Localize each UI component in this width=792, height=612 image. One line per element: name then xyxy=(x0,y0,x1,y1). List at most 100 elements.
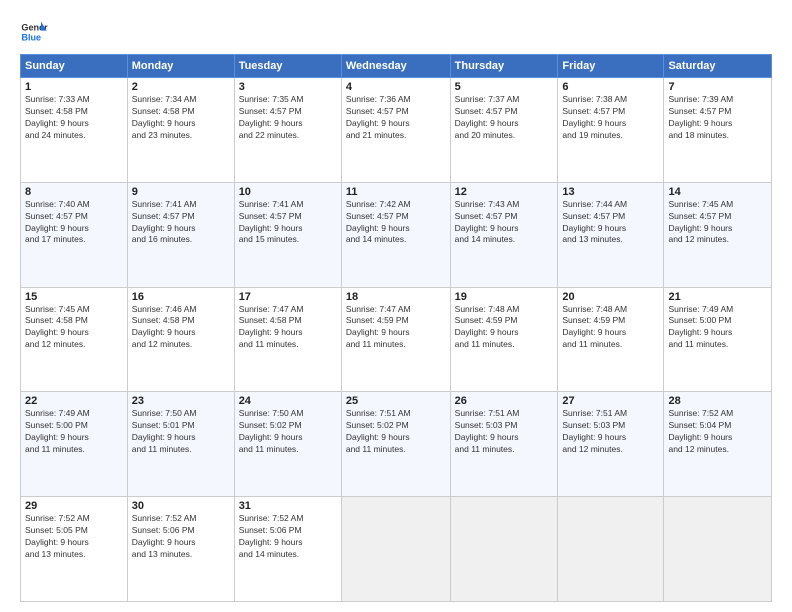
day-info: Sunrise: 7:45 AM Sunset: 4:58 PM Dayligh… xyxy=(25,304,123,352)
day-info: Sunrise: 7:40 AM Sunset: 4:57 PM Dayligh… xyxy=(25,199,123,247)
day-info: Sunrise: 7:47 AM Sunset: 4:58 PM Dayligh… xyxy=(239,304,337,352)
calendar-cell xyxy=(450,497,558,602)
day-number: 26 xyxy=(455,395,554,407)
day-info: Sunrise: 7:39 AM Sunset: 4:57 PM Dayligh… xyxy=(668,94,767,142)
day-number: 21 xyxy=(668,291,767,303)
weekday-wednesday: Wednesday xyxy=(341,55,450,78)
day-number: 20 xyxy=(562,291,659,303)
calendar-cell: 1Sunrise: 7:33 AM Sunset: 4:58 PM Daylig… xyxy=(21,78,128,183)
day-info: Sunrise: 7:50 AM Sunset: 5:02 PM Dayligh… xyxy=(239,408,337,456)
weekday-monday: Monday xyxy=(127,55,234,78)
page: General Blue SundayMondayTuesdayWednesda… xyxy=(0,0,792,612)
day-number: 1 xyxy=(25,81,123,93)
day-info: Sunrise: 7:35 AM Sunset: 4:57 PM Dayligh… xyxy=(239,94,337,142)
week-row-1: 1Sunrise: 7:33 AM Sunset: 4:58 PM Daylig… xyxy=(21,78,772,183)
day-info: Sunrise: 7:52 AM Sunset: 5:05 PM Dayligh… xyxy=(25,513,123,561)
day-number: 18 xyxy=(346,291,446,303)
weekday-header-row: SundayMondayTuesdayWednesdayThursdayFrid… xyxy=(21,55,772,78)
weekday-saturday: Saturday xyxy=(664,55,772,78)
day-info: Sunrise: 7:51 AM Sunset: 5:03 PM Dayligh… xyxy=(455,408,554,456)
day-number: 7 xyxy=(668,81,767,93)
calendar-cell: 2Sunrise: 7:34 AM Sunset: 4:58 PM Daylig… xyxy=(127,78,234,183)
header: General Blue xyxy=(20,18,772,46)
calendar-cell: 22Sunrise: 7:49 AM Sunset: 5:00 PM Dayli… xyxy=(21,392,128,497)
calendar-cell: 17Sunrise: 7:47 AM Sunset: 4:58 PM Dayli… xyxy=(234,287,341,392)
day-number: 22 xyxy=(25,395,123,407)
calendar-cell: 12Sunrise: 7:43 AM Sunset: 4:57 PM Dayli… xyxy=(450,182,558,287)
calendar-cell: 4Sunrise: 7:36 AM Sunset: 4:57 PM Daylig… xyxy=(341,78,450,183)
calendar-cell: 3Sunrise: 7:35 AM Sunset: 4:57 PM Daylig… xyxy=(234,78,341,183)
day-info: Sunrise: 7:38 AM Sunset: 4:57 PM Dayligh… xyxy=(562,94,659,142)
day-number: 16 xyxy=(132,291,230,303)
weekday-tuesday: Tuesday xyxy=(234,55,341,78)
day-number: 15 xyxy=(25,291,123,303)
day-info: Sunrise: 7:44 AM Sunset: 4:57 PM Dayligh… xyxy=(562,199,659,247)
day-number: 9 xyxy=(132,186,230,198)
calendar-cell: 30Sunrise: 7:52 AM Sunset: 5:06 PM Dayli… xyxy=(127,497,234,602)
day-number: 30 xyxy=(132,500,230,512)
day-number: 5 xyxy=(455,81,554,93)
calendar-table: SundayMondayTuesdayWednesdayThursdayFrid… xyxy=(20,54,772,602)
day-info: Sunrise: 7:42 AM Sunset: 4:57 PM Dayligh… xyxy=(346,199,446,247)
calendar-cell: 7Sunrise: 7:39 AM Sunset: 4:57 PM Daylig… xyxy=(664,78,772,183)
logo: General Blue xyxy=(20,18,48,46)
calendar-cell: 25Sunrise: 7:51 AM Sunset: 5:02 PM Dayli… xyxy=(341,392,450,497)
day-info: Sunrise: 7:41 AM Sunset: 4:57 PM Dayligh… xyxy=(132,199,230,247)
calendar-cell: 5Sunrise: 7:37 AM Sunset: 4:57 PM Daylig… xyxy=(450,78,558,183)
day-number: 8 xyxy=(25,186,123,198)
day-number: 24 xyxy=(239,395,337,407)
day-number: 27 xyxy=(562,395,659,407)
calendar-cell: 29Sunrise: 7:52 AM Sunset: 5:05 PM Dayli… xyxy=(21,497,128,602)
day-number: 12 xyxy=(455,186,554,198)
day-info: Sunrise: 7:52 AM Sunset: 5:06 PM Dayligh… xyxy=(132,513,230,561)
day-info: Sunrise: 7:47 AM Sunset: 4:59 PM Dayligh… xyxy=(346,304,446,352)
day-info: Sunrise: 7:33 AM Sunset: 4:58 PM Dayligh… xyxy=(25,94,123,142)
calendar-cell: 18Sunrise: 7:47 AM Sunset: 4:59 PM Dayli… xyxy=(341,287,450,392)
day-number: 10 xyxy=(239,186,337,198)
day-info: Sunrise: 7:36 AM Sunset: 4:57 PM Dayligh… xyxy=(346,94,446,142)
day-number: 11 xyxy=(346,186,446,198)
day-info: Sunrise: 7:51 AM Sunset: 5:03 PM Dayligh… xyxy=(562,408,659,456)
day-number: 19 xyxy=(455,291,554,303)
day-number: 29 xyxy=(25,500,123,512)
day-info: Sunrise: 7:43 AM Sunset: 4:57 PM Dayligh… xyxy=(455,199,554,247)
week-row-2: 8Sunrise: 7:40 AM Sunset: 4:57 PM Daylig… xyxy=(21,182,772,287)
day-number: 13 xyxy=(562,186,659,198)
calendar-cell: 8Sunrise: 7:40 AM Sunset: 4:57 PM Daylig… xyxy=(21,182,128,287)
weekday-friday: Friday xyxy=(558,55,664,78)
day-info: Sunrise: 7:52 AM Sunset: 5:04 PM Dayligh… xyxy=(668,408,767,456)
calendar-cell: 10Sunrise: 7:41 AM Sunset: 4:57 PM Dayli… xyxy=(234,182,341,287)
calendar-cell: 16Sunrise: 7:46 AM Sunset: 4:58 PM Dayli… xyxy=(127,287,234,392)
week-row-4: 22Sunrise: 7:49 AM Sunset: 5:00 PM Dayli… xyxy=(21,392,772,497)
day-info: Sunrise: 7:50 AM Sunset: 5:01 PM Dayligh… xyxy=(132,408,230,456)
calendar-cell: 21Sunrise: 7:49 AM Sunset: 5:00 PM Dayli… xyxy=(664,287,772,392)
day-info: Sunrise: 7:37 AM Sunset: 4:57 PM Dayligh… xyxy=(455,94,554,142)
day-number: 23 xyxy=(132,395,230,407)
day-info: Sunrise: 7:34 AM Sunset: 4:58 PM Dayligh… xyxy=(132,94,230,142)
calendar-cell xyxy=(341,497,450,602)
day-info: Sunrise: 7:48 AM Sunset: 4:59 PM Dayligh… xyxy=(455,304,554,352)
day-number: 4 xyxy=(346,81,446,93)
day-info: Sunrise: 7:52 AM Sunset: 5:06 PM Dayligh… xyxy=(239,513,337,561)
calendar-cell: 27Sunrise: 7:51 AM Sunset: 5:03 PM Dayli… xyxy=(558,392,664,497)
calendar-cell: 14Sunrise: 7:45 AM Sunset: 4:57 PM Dayli… xyxy=(664,182,772,287)
day-number: 25 xyxy=(346,395,446,407)
svg-text:Blue: Blue xyxy=(21,32,41,42)
day-info: Sunrise: 7:51 AM Sunset: 5:02 PM Dayligh… xyxy=(346,408,446,456)
calendar-cell: 15Sunrise: 7:45 AM Sunset: 4:58 PM Dayli… xyxy=(21,287,128,392)
weekday-sunday: Sunday xyxy=(21,55,128,78)
day-info: Sunrise: 7:46 AM Sunset: 4:58 PM Dayligh… xyxy=(132,304,230,352)
day-number: 6 xyxy=(562,81,659,93)
calendar-cell: 6Sunrise: 7:38 AM Sunset: 4:57 PM Daylig… xyxy=(558,78,664,183)
calendar-cell: 20Sunrise: 7:48 AM Sunset: 4:59 PM Dayli… xyxy=(558,287,664,392)
day-info: Sunrise: 7:49 AM Sunset: 5:00 PM Dayligh… xyxy=(668,304,767,352)
calendar-cell: 13Sunrise: 7:44 AM Sunset: 4:57 PM Dayli… xyxy=(558,182,664,287)
calendar-cell: 24Sunrise: 7:50 AM Sunset: 5:02 PM Dayli… xyxy=(234,392,341,497)
day-number: 31 xyxy=(239,500,337,512)
week-row-3: 15Sunrise: 7:45 AM Sunset: 4:58 PM Dayli… xyxy=(21,287,772,392)
calendar-cell: 9Sunrise: 7:41 AM Sunset: 4:57 PM Daylig… xyxy=(127,182,234,287)
calendar-cell: 31Sunrise: 7:52 AM Sunset: 5:06 PM Dayli… xyxy=(234,497,341,602)
logo-icon: General Blue xyxy=(20,18,48,46)
week-row-5: 29Sunrise: 7:52 AM Sunset: 5:05 PM Dayli… xyxy=(21,497,772,602)
day-number: 3 xyxy=(239,81,337,93)
